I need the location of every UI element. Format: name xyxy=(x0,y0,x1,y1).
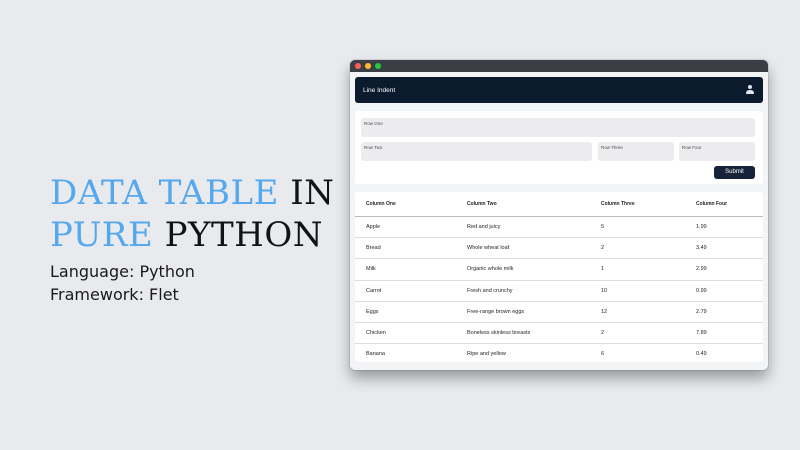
table-cell: Apple xyxy=(355,216,456,239)
table-cell: 10 xyxy=(590,280,685,302)
table-cell: Ripe and yellow xyxy=(456,343,590,362)
user-icon[interactable] xyxy=(745,85,755,95)
table-cell: Banana xyxy=(355,343,456,362)
headline-line-2: PURE PYTHON xyxy=(50,214,334,256)
row-three-label: Row Three xyxy=(601,145,623,150)
table-header-row: Column One Column Two Column Three Colum… xyxy=(355,192,763,217)
table-cell: 2.79 xyxy=(685,301,763,323)
table-cell: 5 xyxy=(590,216,685,239)
table-cell: Whole wheat loaf xyxy=(456,237,590,260)
app-title: Line Indent xyxy=(363,86,396,94)
table-row[interactable]: Chicken Boneless skinless breasts 2 7.89 xyxy=(355,322,763,345)
table-cell: 2 xyxy=(590,322,685,345)
table-cell: 6 xyxy=(590,343,685,362)
maximize-window-button[interactable] xyxy=(375,63,381,69)
row-three-field[interactable]: Row Three xyxy=(598,142,674,161)
form-card: Row One Row Two Row Three Row Four Submi… xyxy=(355,111,763,184)
table-row[interactable]: Carrot Fresh and crunchy 10 0.99 xyxy=(355,280,763,302)
table-cell: 7.89 xyxy=(685,322,763,345)
row-two-field[interactable]: Row Two xyxy=(361,142,592,161)
app-bar: Line Indent xyxy=(355,77,763,103)
window-titlebar xyxy=(350,60,768,72)
row-four-label: Row Four xyxy=(682,145,702,150)
column-header[interactable]: Column One xyxy=(355,192,456,217)
table-cell: Fresh and crunchy xyxy=(456,280,590,302)
table-cell: Boneless skinless breasts xyxy=(456,322,590,345)
headline: DATA TABLE IN PURE PYTHON xyxy=(50,172,334,256)
table-cell: Carrot xyxy=(355,280,456,302)
table-cell: Milk xyxy=(355,258,456,281)
headline-accent-2: PURE xyxy=(50,215,154,255)
table-cell: Bread xyxy=(355,237,456,260)
row-one-label: Row One xyxy=(364,121,383,126)
close-window-button[interactable] xyxy=(355,63,361,69)
headline-dark-1: IN xyxy=(290,173,335,213)
row-two-label: Row Two xyxy=(364,145,383,150)
column-header[interactable]: Column Three xyxy=(590,192,685,217)
table-cell: 0.49 xyxy=(685,343,763,362)
table-cell: Free-range brown eggs xyxy=(456,301,590,323)
app-window: Line Indent Row One Row Two Row Three Ro… xyxy=(350,60,768,370)
table-cell: Organic whole milk xyxy=(456,258,590,281)
data-table: Column One Column Two Column Three Colum… xyxy=(355,192,763,362)
table-cell: 3.49 xyxy=(685,237,763,260)
table-row[interactable]: Apple Red and juicy 5 1.99 xyxy=(355,216,763,239)
language-label: Language: Python xyxy=(50,262,195,281)
data-table-card: Column One Column Two Column Three Colum… xyxy=(355,192,763,362)
column-header[interactable]: Column Two xyxy=(456,192,590,217)
headline-dark-2: PYTHON xyxy=(164,215,323,255)
table-cell: 2.99 xyxy=(685,258,763,281)
submit-button[interactable]: Submit xyxy=(714,166,755,179)
table-cell: 2 xyxy=(590,237,685,260)
row-four-field[interactable]: Row Four xyxy=(679,142,755,161)
table-row[interactable]: Banana Ripe and yellow 6 0.49 xyxy=(355,343,763,362)
table-cell: 0.99 xyxy=(685,280,763,302)
table-cell: Eggs xyxy=(355,301,456,323)
table-cell: 1 xyxy=(590,258,685,281)
table-cell: Chicken xyxy=(355,322,456,345)
table-cell: 12 xyxy=(590,301,685,323)
table-row[interactable]: Eggs Free-range brown eggs 12 2.79 xyxy=(355,301,763,323)
headline-line-1: DATA TABLE IN xyxy=(50,172,334,214)
table-row[interactable]: Bread Whole wheat loaf 2 3.49 xyxy=(355,237,763,260)
minimize-window-button[interactable] xyxy=(365,63,371,69)
column-header[interactable]: Column Four xyxy=(685,192,763,217)
table-row[interactable]: Milk Organic whole milk 1 2.99 xyxy=(355,258,763,281)
table-cell: Red and juicy xyxy=(456,216,590,239)
row-one-field[interactable]: Row One xyxy=(361,118,755,137)
headline-accent-1: DATA TABLE xyxy=(50,173,279,213)
framework-label: Framework: Flet xyxy=(50,285,179,304)
table-cell: 1.99 xyxy=(685,216,763,239)
